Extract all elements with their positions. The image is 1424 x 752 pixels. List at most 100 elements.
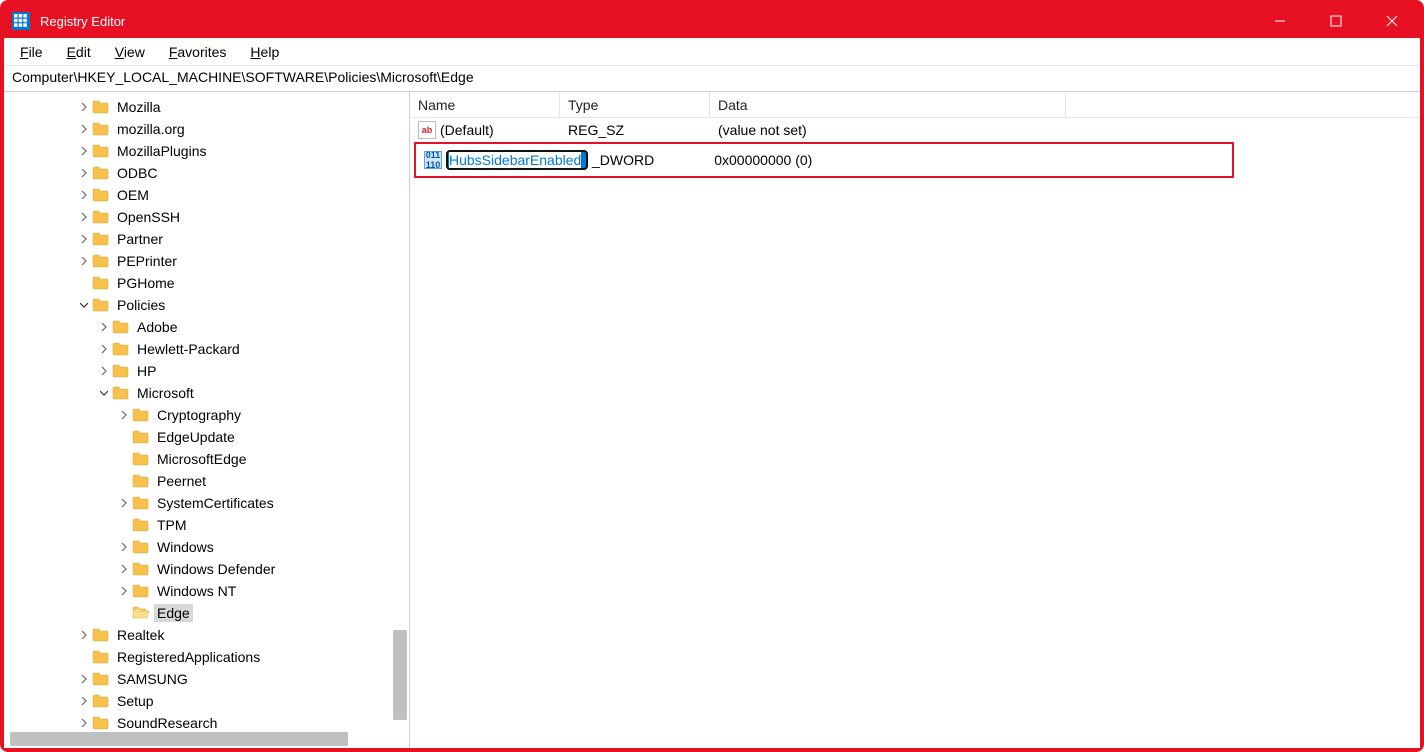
folder-icon [112,342,130,356]
tree-node[interactable]: mozilla.org [4,118,409,140]
chevron-right-icon[interactable] [76,165,92,181]
tree-node-label: Microsoft [134,384,197,402]
tree-node[interactable]: SAMSUNG [4,668,409,690]
folder-icon [92,716,110,730]
address-bar[interactable]: Computer\HKEY_LOCAL_MACHINE\SOFTWARE\Pol… [4,66,1420,92]
menu-file[interactable]: File [10,42,53,62]
folder-icon [132,562,150,576]
folder-icon [132,408,150,422]
tree-node-label: Peernet [154,472,209,490]
tree-node[interactable]: Realtek [4,624,409,646]
chevron-right-icon[interactable] [76,671,92,687]
tree-horizontal-scrollbar[interactable] [10,732,348,746]
column-header-type[interactable]: Type [560,92,710,117]
minimize-button[interactable] [1252,4,1308,38]
tree-node[interactable]: RegisteredApplications [4,646,409,668]
chevron-right-icon[interactable] [76,693,92,709]
tree-node[interactable]: MicrosoftEdge [4,448,409,470]
chevron-right-icon[interactable] [96,363,112,379]
tree-node[interactable]: Hewlett-Packard [4,338,409,360]
chevron-right-icon[interactable] [76,187,92,203]
maximize-button[interactable] [1308,4,1364,38]
tree-pane: Mozilla mozilla.org MozillaPlugins ODBC OEM O… [4,92,410,748]
folder-icon [132,430,150,444]
folder-icon [132,452,150,466]
tree-node-label: SystemCertificates [154,494,277,512]
chevron-right-icon[interactable] [116,583,132,599]
tree-node[interactable]: Adobe [4,316,409,338]
tree-node[interactable]: Policies [4,294,409,316]
column-header-name[interactable]: Name [410,92,560,117]
column-header-data[interactable]: Data [710,92,1066,117]
tree-node-label: SAMSUNG [114,670,191,688]
close-button[interactable] [1364,4,1420,38]
chevron-right-icon[interactable] [96,319,112,335]
tree-node-label: TPM [154,516,190,534]
tree-node[interactable]: HP [4,360,409,382]
chevron-down-icon[interactable] [76,297,92,313]
chevron-right-icon[interactable] [96,341,112,357]
chevron-right-icon[interactable] [76,253,92,269]
chevron-down-icon[interactable] [96,385,112,401]
tree-node[interactable]: ODBC [4,162,409,184]
list-row[interactable]: ab (Default) REG_SZ (value not set) [410,118,1420,142]
chevron-right-icon[interactable] [116,561,132,577]
tree-node-label: EdgeUpdate [154,428,238,446]
tree-node-label: Realtek [114,626,167,644]
tree-node-label: Adobe [134,318,180,336]
tree-node[interactable]: Mozilla [4,96,409,118]
tree-node-label: OEM [114,186,152,204]
folder-icon [112,320,130,334]
value-data: 0x00000000 (0) [654,152,812,168]
tree-node[interactable]: Peernet [4,470,409,492]
tree-node-label: Cryptography [154,406,244,424]
list-row[interactable]: 011110 _DWORD 0x00000000 (0) [416,148,1232,172]
folder-icon [92,210,110,224]
dword-value-icon: 011110 [424,151,442,169]
titlebar: Registry Editor [4,4,1420,38]
chevron-right-icon[interactable] [76,231,92,247]
tree-node[interactable]: OEM [4,184,409,206]
tree-node[interactable]: SystemCertificates [4,492,409,514]
tree-node[interactable]: Windows Defender [4,558,409,580]
chevron-right-icon[interactable] [76,627,92,643]
tree-node[interactable]: EdgeUpdate [4,426,409,448]
folder-icon [92,650,110,664]
chevron-right-icon[interactable] [116,495,132,511]
chevron-right-icon[interactable] [76,121,92,137]
chevron-right-icon[interactable] [76,143,92,159]
tree-node[interactable]: Cryptography [4,404,409,426]
menu-favorites[interactable]: Favorites [159,42,237,62]
folder-icon [132,540,150,554]
tree-node-label: Windows Defender [154,560,278,578]
tree-node[interactable]: Windows NT [4,580,409,602]
tree-node[interactable]: Windows [4,536,409,558]
folder-icon [132,474,150,488]
chevron-right-icon[interactable] [76,99,92,115]
chevron-right-icon[interactable] [116,407,132,423]
tree-node[interactable]: PEPrinter [4,250,409,272]
tree-node-label: ODBC [114,164,160,182]
rename-input[interactable] [446,150,588,170]
tree-node[interactable]: TPM [4,514,409,536]
folder-icon [132,584,150,598]
tree-node-label: Mozilla [114,98,164,116]
chevron-right-icon[interactable] [116,539,132,555]
tree-vertical-scrollbar[interactable] [393,630,407,720]
chevron-right-icon[interactable] [76,209,92,225]
tree-node[interactable]: PGHome [4,272,409,294]
menu-view[interactable]: View [105,42,155,62]
chevron-right-icon[interactable] [76,715,92,731]
tree-node[interactable]: Partner [4,228,409,250]
tree-node[interactable]: Setup [4,690,409,712]
tree-node-label: mozilla.org [114,120,188,138]
tree-node[interactable]: Microsoft [4,382,409,404]
tree-node[interactable]: MozillaPlugins [4,140,409,162]
menubar: File Edit View Favorites Help [4,38,1420,66]
tree-node[interactable]: Edge [4,602,409,624]
folder-icon [92,166,110,180]
tree-node[interactable]: SoundResearch [4,712,409,734]
tree-node[interactable]: OpenSSH [4,206,409,228]
menu-edit[interactable]: Edit [57,42,101,62]
menu-help[interactable]: Help [240,42,289,62]
